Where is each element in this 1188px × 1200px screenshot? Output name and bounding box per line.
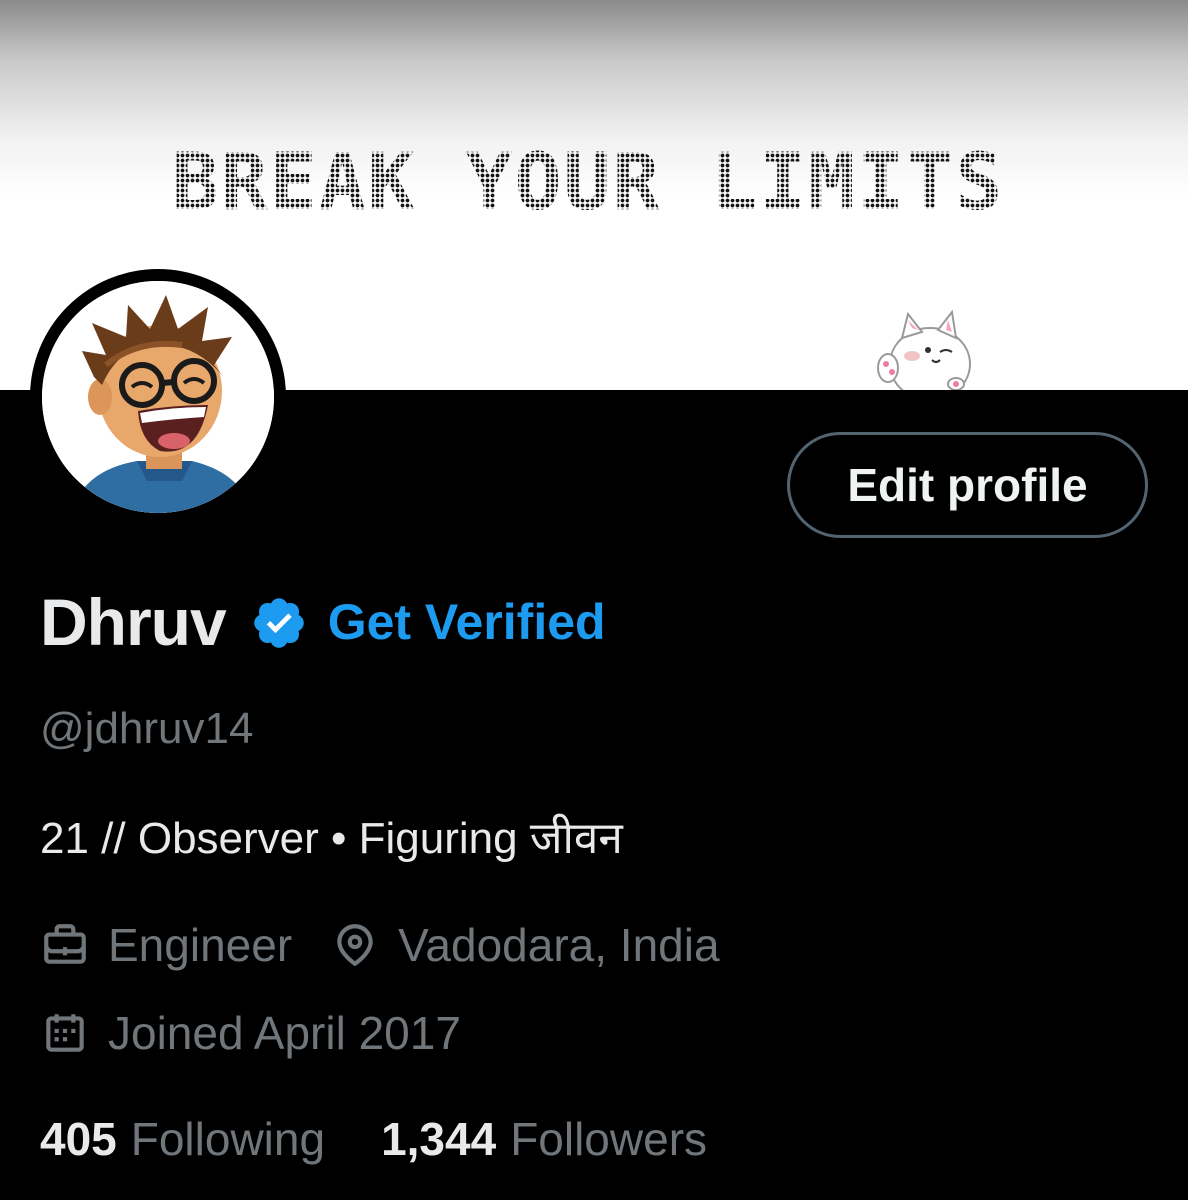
profile-page: BREAK YOUR LIMITS Edit profile Dhruv Get… <box>0 0 1188 1200</box>
edit-profile-button[interactable]: Edit profile <box>787 432 1148 538</box>
followers-link[interactable]: 1,344 Followers <box>381 1112 707 1166</box>
following-label: Following <box>130 1113 326 1165</box>
profession-text: Engineer <box>108 919 293 971</box>
profile-bio: 21 // Observer • Figuring जीवन <box>40 814 623 863</box>
follow-stats: 405 Following 1,344 Followers <box>40 1112 707 1166</box>
joined-item: Joined April 2017 <box>40 1006 461 1060</box>
profile-meta-row: Engineer Vadodara, India <box>40 918 720 972</box>
get-verified-link[interactable]: Get Verified <box>328 593 606 651</box>
avatar[interactable] <box>30 269 286 525</box>
following-link[interactable]: 405 Following <box>40 1112 325 1166</box>
joined-row: Joined April 2017 <box>40 1006 461 1060</box>
location-text: Vadodara, India <box>398 919 720 971</box>
profession-item: Engineer <box>40 918 292 972</box>
display-name: Dhruv <box>40 585 227 659</box>
avatar-image <box>42 281 274 513</box>
avatar-illustration <box>42 281 274 513</box>
verified-badge-icon[interactable] <box>250 594 308 652</box>
followers-count: 1,344 <box>381 1113 497 1165</box>
banner-title: BREAK YOUR LIMITS <box>0 138 1188 228</box>
following-count: 405 <box>40 1113 117 1165</box>
name-row: Dhruv Get Verified <box>40 582 606 662</box>
location-item: Vadodara, India <box>330 918 720 972</box>
briefcase-icon <box>44 924 86 964</box>
location-pin-icon <box>337 924 373 967</box>
cat-illustration <box>877 309 971 390</box>
user-handle: @jdhruv14 <box>40 704 254 753</box>
calendar-icon <box>46 1014 84 1052</box>
followers-label: Followers <box>510 1113 708 1165</box>
joined-text: Joined April 2017 <box>108 1007 461 1059</box>
